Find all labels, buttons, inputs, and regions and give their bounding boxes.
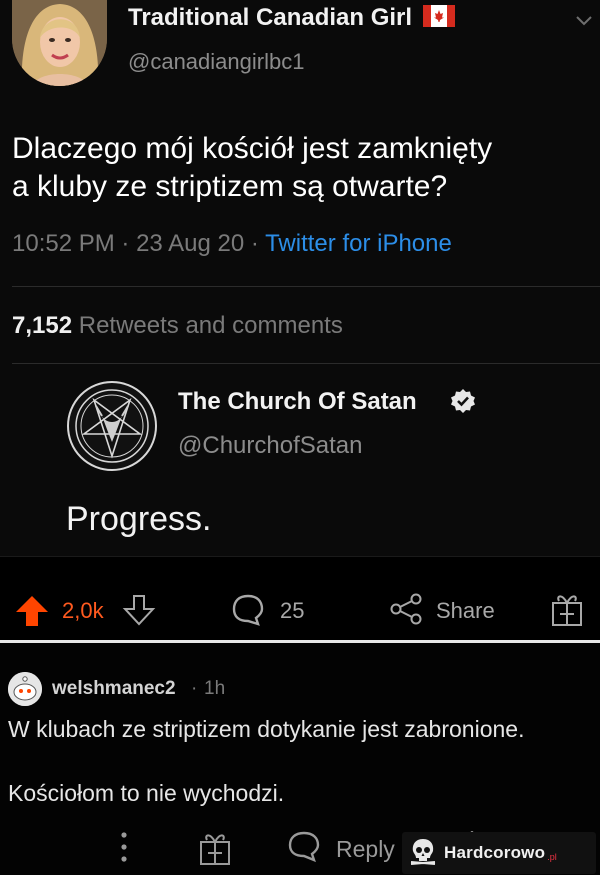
author-avatar[interactable] [12,0,107,86]
retweet-count: 7,152 [12,312,73,339]
divider [12,286,600,287]
share-icon[interactable] [388,592,424,631]
tweet-date: 23 Aug 20 [136,230,245,257]
meta-separator: · [250,230,259,257]
divider [12,363,600,364]
site-watermark: Hardcorowo .pl [402,832,596,874]
watermark-text: Hardcorowo [444,843,546,862]
tweet-text-line: Dlaczego mój kościół jest zamknięty [12,132,493,165]
pentagram-logo-icon[interactable] [66,380,158,472]
reply-button[interactable]: Reply [336,836,395,863]
reply-icon[interactable] [286,830,322,869]
canada-flag-icon [422,5,455,34]
commenter-avatar[interactable] [8,672,42,706]
author-handle[interactable]: @canadiangirlbc1 [128,49,304,75]
tweet-card: Traditional Canadian Girl @canadiangirlb… [0,0,600,556]
retweet-label: Retweets and comments [78,312,343,339]
chevron-down-icon[interactable] [574,14,594,33]
more-options-icon[interactable] [118,830,130,869]
award-gift-icon[interactable] [198,830,232,871]
tweet-text-line: a kluby ze striptizem są otwarte? [12,170,448,203]
tweet-source-link[interactable]: Twitter for iPhone [265,230,452,257]
tweet-time: 10:52 PM [12,230,115,257]
retweet-stats[interactable]: 7,152 Retweets and comments [12,312,343,340]
share-button[interactable]: Share [436,598,495,624]
author-name[interactable]: Traditional Canadian Girl [128,4,455,34]
comment-text-line: Kościołom to nie wychodzi. [8,780,285,806]
verified-badge-icon [450,388,476,419]
vote-score: 2,0k [62,598,104,623]
comment-username[interactable]: welshmanec2 [52,678,176,700]
tweet-text: Dlaczego mój kościół jest zamknięty a kl… [12,130,592,206]
watermark-tld: .pl [547,852,557,862]
meta-separator: · [121,230,130,257]
downvote-arrow-icon[interactable] [122,594,156,631]
quoted-tweet-text: Progress. [66,500,212,538]
author-name-text: Traditional Canadian Girl [128,4,413,31]
comment-text-line: W klubach ze striptizem dotykanie jest z… [8,716,525,742]
upvote-arrow-icon[interactable] [14,594,50,633]
tweet-meta: 10:52 PM · 23 Aug 20 · Twitter for iPhon… [12,230,452,258]
comment-time: 1h [204,678,226,699]
skull-logo-icon [408,836,438,871]
meta-separator: · [191,678,198,699]
quoted-author-name[interactable]: The Church Of Satan [178,388,417,416]
quoted-author-handle[interactable]: @ChurchofSatan [178,432,362,460]
award-gift-icon[interactable] [550,590,584,633]
comment-count[interactable]: 25 [280,598,304,624]
comment-icon[interactable] [230,592,266,633]
